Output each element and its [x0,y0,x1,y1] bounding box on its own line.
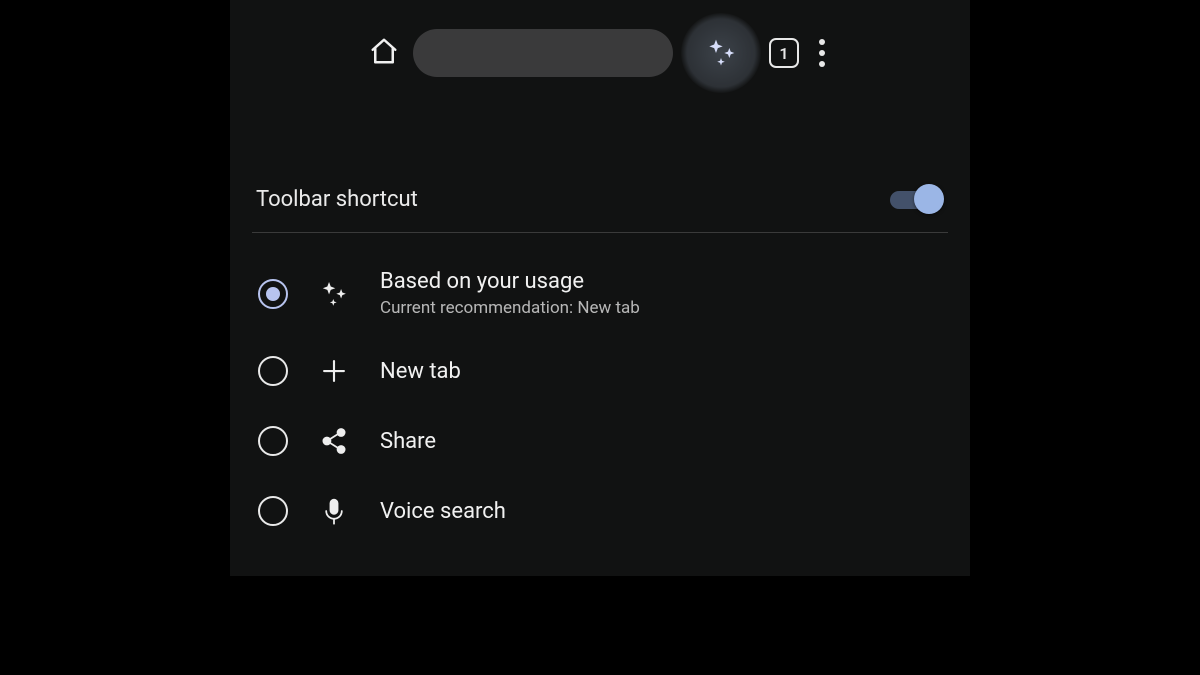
radio-selected[interactable] [258,279,288,309]
toolbar-shortcut-highlight[interactable] [681,13,761,93]
plus-icon [314,354,354,388]
option-share[interactable]: Share [252,406,948,476]
setting-title: Toolbar shortcut [256,187,418,212]
home-icon[interactable] [369,36,399,70]
url-bar[interactable] [413,29,673,77]
mic-icon [314,494,354,528]
phone-frame: 1 Toolbar shortcut [230,0,970,576]
radio-unselected[interactable] [258,356,288,386]
tab-switcher[interactable]: 1 [769,38,799,68]
stage: 1 Toolbar shortcut [0,0,1200,675]
browser-toolbar: 1 [230,18,970,88]
option-new-tab[interactable]: New tab [252,336,948,406]
option-label: New tab [380,359,461,384]
radio-unselected[interactable] [258,496,288,526]
option-voice-search[interactable]: Voice search [252,476,948,546]
option-label: Share [380,429,436,454]
tab-count-value: 1 [779,44,788,63]
setting-row-toolbar-shortcut: Toolbar shortcut [252,178,948,233]
option-based-on-usage[interactable]: Based on your usage Current recommendati… [252,251,948,336]
sparkle-icon [701,33,741,73]
settings-panel: Toolbar shortcut [230,178,970,576]
option-label: Based on your usage [380,269,640,294]
shortcut-options: Based on your usage Current recommendati… [252,251,948,546]
overflow-menu-icon[interactable] [813,33,831,73]
radio-unselected[interactable] [258,426,288,456]
sparkle-icon [314,277,354,311]
option-label: Voice search [380,499,506,524]
share-icon [314,424,354,458]
toolbar-shortcut-toggle[interactable] [890,184,944,214]
option-subtext: Current recommendation: New tab [380,298,640,318]
